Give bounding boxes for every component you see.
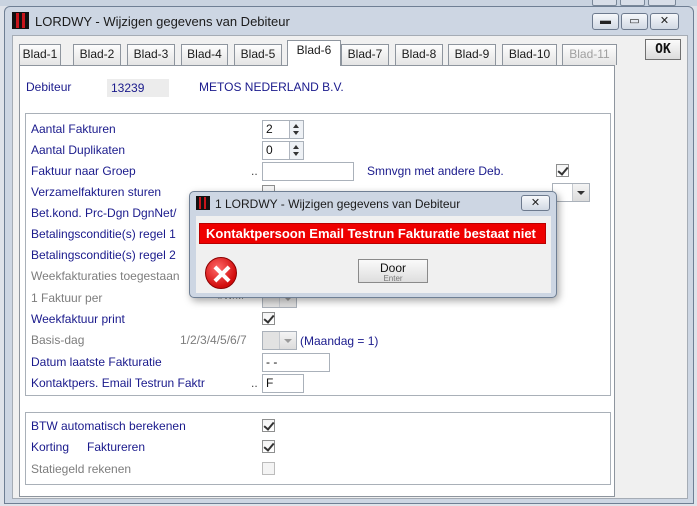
tab-blad-6[interactable]: Blad-6 xyxy=(287,40,341,66)
debiteur-name: METOS NEDERLAND B.V. xyxy=(199,80,344,94)
close-icon: ✕ xyxy=(530,197,541,209)
smnvgn-checkbox[interactable] xyxy=(556,164,569,177)
tab-blad-9[interactable]: Blad-9 xyxy=(448,44,496,65)
faktuur-naar-groep-input[interactable] xyxy=(262,162,354,181)
faktuur-per-label: 1 Faktuur per xyxy=(31,291,103,305)
weekfaktuur-print-label: Weekfaktuur print xyxy=(31,312,125,326)
dialog-close-button[interactable]: ✕ xyxy=(521,195,550,211)
spinner-arrows-icon[interactable] xyxy=(289,121,303,138)
aantal-duplikaten-value: 0 xyxy=(266,143,273,157)
door-button[interactable]: Door Enter xyxy=(358,259,428,283)
statiegeld-label: Statiegeld rekenen xyxy=(31,462,132,476)
window-title: LORDWY - Wijzigen gegevens van Debiteur xyxy=(35,14,290,29)
dialog-body: Kontaktpersoon Email Testrun Fakturatie … xyxy=(196,216,551,293)
tab-blad-1[interactable]: Blad-1 xyxy=(19,44,61,65)
debiteur-label: Debiteur xyxy=(26,80,72,94)
minimize-button[interactable]: ▬ xyxy=(592,13,619,30)
tab-blad-11: Blad-11 xyxy=(562,44,617,65)
statiegeld-checkbox xyxy=(262,462,275,475)
maximize-button[interactable]: ▭ xyxy=(621,13,648,30)
minimize-icon: ▬ xyxy=(600,15,611,27)
spinner-arrows-icon[interactable] xyxy=(289,142,303,159)
faktuur-naar-groep-dots: .. xyxy=(251,164,258,178)
kontaktpers-dots: .. xyxy=(251,376,258,390)
weekfakturaties-label: Weekfakturaties toegestaan xyxy=(31,269,180,283)
door-button-shortcut: Enter xyxy=(383,274,403,283)
datum-laatste-label: Datum laatste Fakturatie xyxy=(31,355,162,369)
basis-dag-combo xyxy=(262,331,297,350)
close-icon: ✕ xyxy=(659,15,670,27)
aantal-fakturen-label: Aantal Fakturen xyxy=(31,122,116,136)
tab-blad-8[interactable]: Blad-8 xyxy=(395,44,443,65)
korting-checkbox[interactable] xyxy=(262,440,275,453)
basis-dag-label: Basis-dag xyxy=(31,333,85,347)
door-button-label: Door xyxy=(379,261,406,275)
datum-laatste-input[interactable]: - - xyxy=(262,353,330,372)
aantal-fakturen-spinner[interactable]: 2 xyxy=(262,120,304,139)
aantal-duplikaten-label: Aantal Duplikaten xyxy=(31,143,126,157)
btw-label: BTW automatisch berekenen xyxy=(31,419,186,433)
tab-blad-10[interactable]: Blad-10 xyxy=(502,44,557,65)
error-message: Kontaktpersoon Email Testrun Fakturatie … xyxy=(199,223,546,244)
kontaktpers-label: Kontaktpers. Email Testrun Faktr xyxy=(31,376,205,390)
tab-blad-5[interactable]: Blad-5 xyxy=(234,44,282,65)
basis-dag-note: (Maandag = 1) xyxy=(300,334,379,348)
tab-blad-4[interactable]: Blad-4 xyxy=(181,44,228,65)
betkond-label: Bet.kond. Prc-Dgn DgnNet/ xyxy=(31,206,177,220)
maximize-icon: ▭ xyxy=(629,15,640,27)
kontaktpers-input[interactable]: F xyxy=(262,374,304,393)
lordwy-app-icon xyxy=(196,196,210,210)
chevron-down-icon[interactable] xyxy=(572,184,589,201)
aantal-duplikaten-spinner[interactable]: 0 xyxy=(262,141,304,160)
regel2-label: Betalingsconditie(s) regel 2 xyxy=(31,248,176,262)
debiteur-number: 13239 xyxy=(107,79,169,97)
chevron-down-icon xyxy=(279,332,296,349)
regel1-label: Betalingsconditie(s) regel 1 xyxy=(31,227,176,241)
ok-button[interactable]: OK xyxy=(645,39,681,60)
tab-blad-7[interactable]: Blad-7 xyxy=(341,44,389,65)
tab-blad-2[interactable]: Blad-2 xyxy=(73,44,121,65)
aantal-fakturen-value: 2 xyxy=(266,122,273,136)
korting-label: Korting xyxy=(31,440,70,454)
dialog-title: 1 LORDWY - Wijzigen gegevens van Debiteu… xyxy=(215,197,461,211)
verzamelfakturen-label: Verzamelfakturen sturen xyxy=(31,185,162,199)
fakturen-type-combo[interactable] xyxy=(552,183,590,202)
btw-checkbox[interactable] xyxy=(262,419,275,432)
error-dialog: 1 LORDWY - Wijzigen gegevens van Debiteu… xyxy=(189,191,557,298)
error-icon xyxy=(205,257,237,289)
smnvgn-label: Smnvgn met andere Deb. xyxy=(367,164,504,178)
title-bar: LORDWY - Wijzigen gegevens van Debiteur … xyxy=(5,7,693,35)
weekfaktuur-print-checkbox[interactable] xyxy=(262,312,275,325)
close-button[interactable]: ✕ xyxy=(650,13,679,30)
faktuur-naar-groep-label: Faktuur naar Groep xyxy=(31,164,136,178)
basis-dag-hint: 1/2/3/4/5/6/7 xyxy=(180,333,247,347)
tab-blad-3[interactable]: Blad-3 xyxy=(127,44,175,65)
faktureren-label: Faktureren xyxy=(87,440,146,454)
lordwy-app-icon xyxy=(12,12,29,29)
